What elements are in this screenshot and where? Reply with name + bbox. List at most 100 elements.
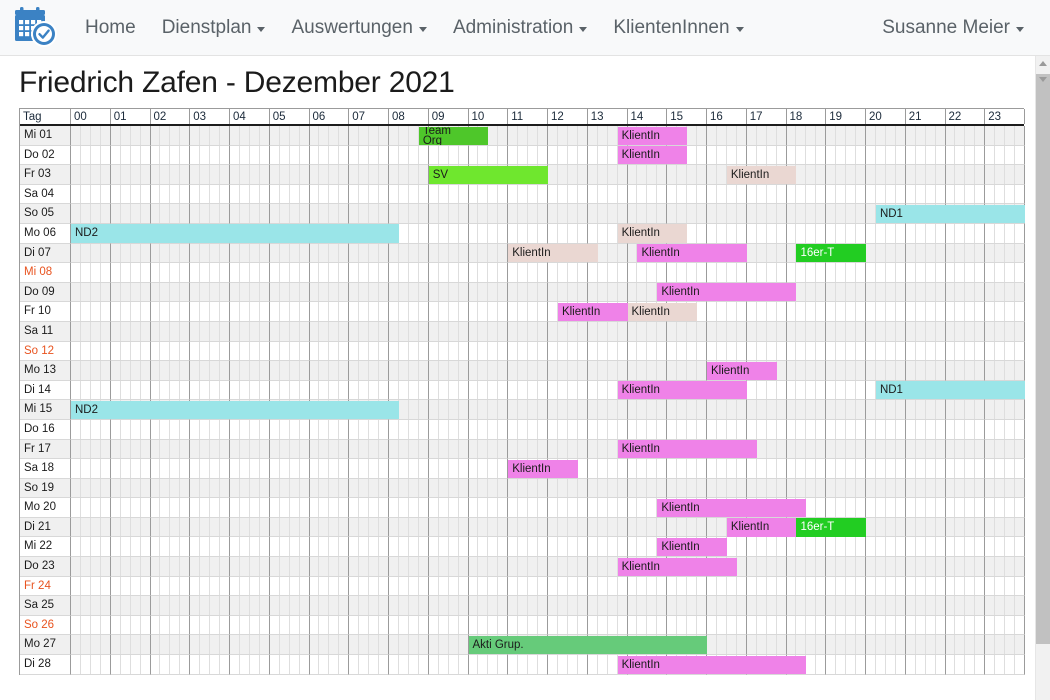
gantt-quarter-cell[interactable] <box>300 302 309 321</box>
gantt-quarter-cell[interactable] <box>687 419 698 439</box>
gantt-quarter-cell[interactable] <box>608 615 618 635</box>
gantt-hour-cell[interactable] <box>786 478 827 499</box>
gantt-quarter-cell[interactable] <box>767 615 777 635</box>
gantt-quarter-cell[interactable] <box>886 517 896 537</box>
gantt-quarter-cell[interactable] <box>1005 615 1016 635</box>
gantt-hour-cell[interactable] <box>667 615 707 636</box>
gantt-quarter-cell[interactable] <box>488 184 499 204</box>
gantt-hour-cell[interactable] <box>508 263 548 283</box>
gantt-hour-cell[interactable] <box>269 204 310 224</box>
gantt-quarter-cell[interactable] <box>1015 283 1024 302</box>
gantt-quarter-cell[interactable] <box>329 655 340 674</box>
gantt-quarter-cell[interactable] <box>71 184 81 204</box>
gantt-quarter-cell[interactable] <box>409 361 419 380</box>
gantt-quarter-cell[interactable] <box>518 321 529 341</box>
gantt-quarter-cell[interactable] <box>220 420 229 439</box>
gantt-quarter-cell[interactable] <box>210 635 221 655</box>
gantt-quarter-cell[interactable] <box>608 126 618 145</box>
gantt-quarter-cell[interactable] <box>578 537 587 556</box>
gantt-quarter-cell[interactable] <box>836 165 847 184</box>
gantt-hour-cell[interactable] <box>508 400 548 420</box>
gantt-quarter-cell[interactable] <box>687 459 698 478</box>
gantt-event-block[interactable]: KlientIn <box>617 381 747 400</box>
gantt-quarter-cell[interactable] <box>856 204 865 223</box>
gantt-quarter-cell[interactable] <box>91 282 101 302</box>
gantt-quarter-cell[interactable] <box>1015 518 1024 537</box>
gantt-quarter-cell[interactable] <box>767 635 777 655</box>
gantt-quarter-cell[interactable] <box>608 537 618 557</box>
gantt-quarter-cell[interactable] <box>101 635 110 654</box>
gantt-hour-cell[interactable] <box>468 361 509 381</box>
gantt-quarter-cell[interactable] <box>469 184 479 204</box>
gantt-hour-cell[interactable] <box>71 302 111 322</box>
gantt-quarter-cell[interactable] <box>697 518 706 537</box>
gantt-hour-cell[interactable] <box>269 165 310 185</box>
gantt-quarter-cell[interactable] <box>866 400 876 419</box>
gantt-quarter-cell[interactable] <box>538 263 547 282</box>
gantt-quarter-cell[interactable] <box>806 596 817 615</box>
gantt-hour-cell[interactable] <box>230 615 270 636</box>
gantt-hour-cell[interactable] <box>190 321 230 342</box>
gantt-hour-cell[interactable] <box>746 557 787 577</box>
gantt-quarter-cell[interactable] <box>767 537 777 557</box>
gantt-quarter-cell[interactable] <box>459 577 468 596</box>
gantt-quarter-cell[interactable] <box>151 419 161 439</box>
gantt-quarter-cell[interactable] <box>568 537 578 557</box>
gantt-quarter-cell[interactable] <box>637 517 648 537</box>
gantt-quarter-cell[interactable] <box>796 204 807 223</box>
gantt-quarter-cell[interactable] <box>916 126 926 145</box>
gantt-quarter-cell[interactable] <box>290 655 300 674</box>
gantt-quarter-cell[interactable] <box>677 615 688 635</box>
gantt-day-label[interactable]: Sa 11 <box>20 321 71 342</box>
gantt-quarter-cell[interactable] <box>608 282 618 302</box>
gantt-quarter-cell[interactable] <box>906 321 916 341</box>
gantt-quarter-cell[interactable] <box>826 655 837 674</box>
gantt-quarter-cell[interactable] <box>449 184 459 204</box>
gantt-quarter-cell[interactable] <box>389 361 399 380</box>
gantt-quarter-cell[interactable] <box>816 577 825 596</box>
gantt-quarter-cell[interactable] <box>439 478 449 498</box>
gantt-quarter-cell[interactable] <box>936 283 945 302</box>
gantt-quarter-cell[interactable] <box>707 517 717 537</box>
gantt-quarter-cell[interactable] <box>876 478 886 498</box>
gantt-quarter-cell[interactable] <box>916 596 926 615</box>
gantt-quarter-cell[interactable] <box>290 165 300 184</box>
gantt-quarter-cell[interactable] <box>329 439 340 459</box>
gantt-quarter-cell[interactable] <box>478 439 489 459</box>
gantt-quarter-cell[interactable] <box>250 165 260 184</box>
gantt-quarter-cell[interactable] <box>270 165 280 184</box>
gantt-quarter-cell[interactable] <box>71 126 81 145</box>
gantt-quarter-cell[interactable] <box>707 204 717 223</box>
gantt-quarter-cell[interactable] <box>816 616 825 635</box>
gantt-hour-cell[interactable] <box>548 361 588 381</box>
gantt-hour-cell[interactable] <box>746 537 787 558</box>
gantt-quarter-cell[interactable] <box>131 615 141 635</box>
gantt-hour-cell[interactable] <box>428 439 469 460</box>
gantt-quarter-cell[interactable] <box>81 517 91 537</box>
gantt-quarter-cell[interactable] <box>528 361 539 380</box>
gantt-quarter-cell[interactable] <box>111 282 121 302</box>
gantt-quarter-cell[interactable] <box>329 635 340 655</box>
gantt-quarter-cell[interactable] <box>409 243 419 263</box>
gantt-quarter-cell[interactable] <box>439 498 449 517</box>
gantt-quarter-cell[interactable] <box>916 478 926 498</box>
gantt-quarter-cell[interactable] <box>290 184 300 204</box>
gantt-quarter-cell[interactable] <box>339 322 348 341</box>
gantt-quarter-cell[interactable] <box>866 223 876 243</box>
gantt-hour-cell[interactable] <box>945 439 986 460</box>
gantt-hour-cell[interactable] <box>110 204 151 224</box>
gantt-quarter-cell[interactable] <box>329 478 340 498</box>
gantt-quarter-cell[interactable] <box>349 361 360 380</box>
gantt-quarter-cell[interactable] <box>260 244 269 263</box>
gantt-quarter-cell[interactable] <box>389 596 399 615</box>
gantt-quarter-cell[interactable] <box>369 165 380 184</box>
gantt-hour-cell[interactable] <box>349 302 389 322</box>
gantt-hour-cell[interactable] <box>826 400 866 420</box>
gantt-quarter-cell[interactable] <box>101 146 110 165</box>
gantt-quarter-cell[interactable] <box>598 184 608 204</box>
gantt-quarter-cell[interactable] <box>707 419 717 439</box>
gantt-quarter-cell[interactable] <box>538 381 547 400</box>
gantt-hour-cell[interactable] <box>945 321 986 342</box>
gantt-event-block[interactable]: KlientIn <box>617 126 688 145</box>
gantt-quarter-cell[interactable] <box>906 184 916 204</box>
